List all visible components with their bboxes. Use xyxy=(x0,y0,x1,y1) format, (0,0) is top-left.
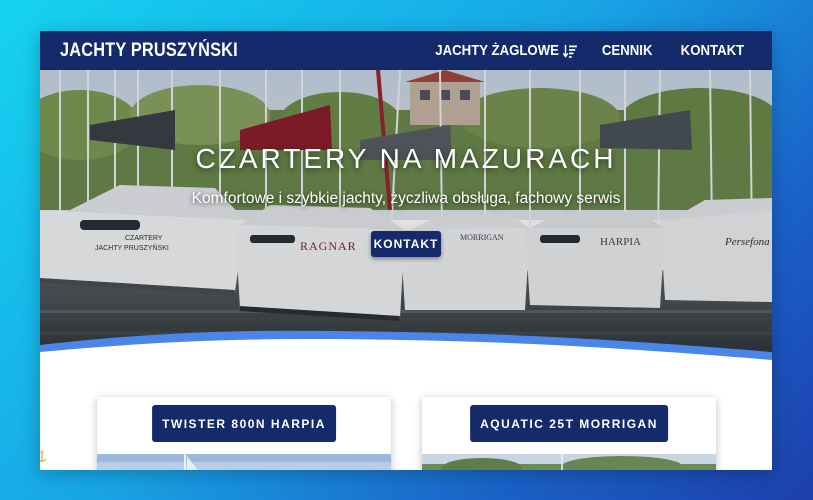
nav-item-cennik[interactable]: CENNIK xyxy=(602,42,653,59)
yacht-harpia-photo[interactable] xyxy=(97,454,391,470)
yacht-card-harpia: TWISTER 800N HARPIA xyxy=(97,397,391,470)
yacht-morrigan-button[interactable]: AQUATIC 25T MORRIGAN xyxy=(470,405,668,442)
sort-descending-icon xyxy=(562,44,577,58)
nav-item-jachty-zaglowe[interactable]: JACHTY ŻAGLOWE xyxy=(434,42,577,59)
hero-section: CZARTERY JACHTY PRUSZYŃSKI RAGNAR HARPIA… xyxy=(40,70,772,360)
nav-item-label: JACHTY ŻAGLOWE xyxy=(434,42,559,59)
hero-contact-button[interactable]: KONTAKT xyxy=(371,231,441,257)
hero-subtitle: Komfortowe i szybkie jachty, życzliwa ob… xyxy=(191,190,621,207)
main-nav: JACHTY ŻAGLOWE CENNIK KONTAKT xyxy=(416,42,744,59)
navbar: JACHTY PRUSZYŃSKI JACHTY ŻAGLOWE CENNIK … xyxy=(40,31,772,70)
browser-viewport: JACHTY PRUSZYŃSKI JACHTY ŻAGLOWE CENNIK … xyxy=(40,31,772,470)
marina-photo: CZARTERY JACHTY PRUSZYŃSKI RAGNAR HARPIA… xyxy=(40,70,772,360)
yacht-harpia-button[interactable]: TWISTER 800N HARPIA xyxy=(152,405,336,442)
yacht-card-morrigan: AQUATIC 25T MORRIGAN xyxy=(422,397,716,470)
anchor-icon xyxy=(40,450,47,463)
brand-logo[interactable]: JACHTY PRUSZYŃSKI xyxy=(60,40,238,62)
nav-item-kontakt[interactable]: KONTAKT xyxy=(680,42,744,59)
yacht-morrigan-photo[interactable] xyxy=(422,454,716,470)
hero-title: CZARTERY NA MAZURACH xyxy=(195,143,617,174)
yacht-cards-section: TWISTER 800N HARPIA AQUATIC 25T MORRIGAN xyxy=(40,360,772,470)
